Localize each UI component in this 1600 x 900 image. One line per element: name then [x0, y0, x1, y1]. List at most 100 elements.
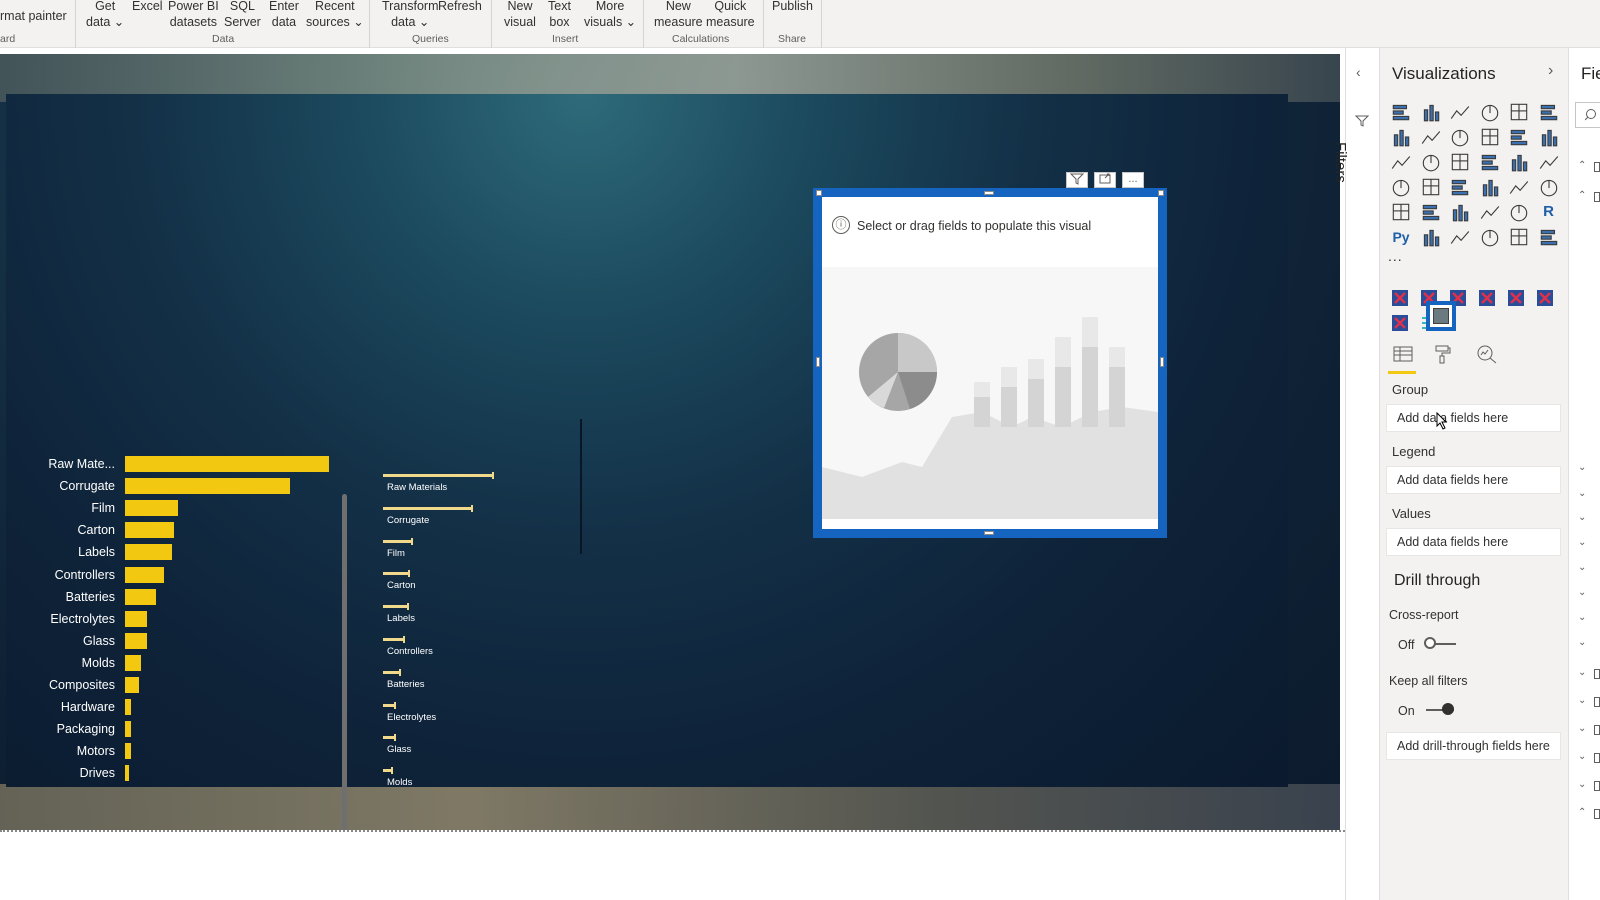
chevron-down-icon[interactable]: ⌄: [1578, 637, 1586, 648]
publish-button[interactable]: Publish: [772, 0, 813, 14]
chevron-down-icon[interactable]: ⌄: [1578, 537, 1586, 548]
placeholder-visual[interactable]: ⓘ Select or drag fields to populate this…: [813, 188, 1167, 538]
shape-map-icon[interactable]: [1449, 176, 1471, 198]
funnel-icon[interactable]: [1420, 151, 1442, 173]
get-data-button[interactable]: Get data ⌄: [86, 0, 124, 30]
resize-handle[interactable]: [1160, 357, 1164, 367]
cross-report-toggle[interactable]: [1424, 636, 1458, 652]
kpi-icon[interactable]: [1420, 201, 1442, 223]
chevron-down-icon[interactable]: ⌄: [1578, 512, 1586, 523]
chevron-down-icon[interactable]: ⌃: [1578, 160, 1586, 171]
chevron-down-icon[interactable]: ⌄: [1578, 751, 1586, 762]
custom-visual-icon[interactable]: [1477, 288, 1499, 310]
custom-visual-icon[interactable]: [1506, 288, 1528, 310]
line-bar[interactable]: [383, 504, 474, 512]
stacked-bar-icon[interactable]: [1390, 101, 1412, 123]
chevron-down-icon[interactable]: ⌄: [1578, 462, 1586, 473]
matrix-icon[interactable]: [1508, 201, 1530, 223]
scatter-icon[interactable]: [1449, 151, 1471, 173]
r-visual-icon[interactable]: R: [1538, 201, 1560, 223]
table-icon[interactable]: [1479, 201, 1501, 223]
pie-chart-icon[interactable]: [1479, 151, 1501, 173]
bar-chart-materials-lines[interactable]: Raw Materials Corrugate Film Carton Labels Co…: [6, 94, 506, 788]
format-paint-roller-icon[interactable]: [1434, 344, 1452, 369]
transform-data-button[interactable]: Transform data ⌄: [382, 0, 439, 30]
slicer-icon[interactable]: [1449, 201, 1471, 223]
resize-handle[interactable]: [1158, 190, 1164, 196]
resize-handle[interactable]: [816, 357, 820, 367]
line-bar[interactable]: [383, 472, 494, 479]
filters-pane-collapsed[interactable]: ‹: [1345, 48, 1379, 900]
new-visual-button[interactable]: New visual: [504, 0, 536, 30]
line-bar[interactable]: [383, 734, 397, 742]
resize-handle[interactable]: [816, 190, 822, 196]
custom-visual-icon[interactable]: [1390, 313, 1412, 335]
chevron-down-icon[interactable]: ⌄: [1578, 695, 1586, 706]
keep-all-filters-toggle[interactable]: [1424, 702, 1458, 718]
chevron-down-icon[interactable]: ⌄: [1578, 667, 1586, 678]
values-well[interactable]: Add data fields here: [1386, 528, 1561, 556]
more-visuals-button[interactable]: More visuals ⌄: [584, 0, 636, 30]
line-bar[interactable]: [383, 767, 393, 775]
filter-icon[interactable]: [1066, 172, 1088, 188]
selected-visual-highlight[interactable]: [1426, 301, 1456, 331]
quick-measure-button[interactable]: Quick measure: [706, 0, 755, 30]
area-chart-icon[interactable]: [1420, 126, 1442, 148]
line-column-icon[interactable]: [1479, 126, 1501, 148]
line-bar[interactable]: [383, 636, 405, 643]
refresh-button[interactable]: Refresh: [438, 0, 482, 14]
chevron-down-icon[interactable]: ⌄: [1578, 612, 1586, 623]
chevron-down-icon[interactable]: ⌃: [1578, 190, 1586, 201]
group-well[interactable]: Add data fields here: [1386, 404, 1561, 432]
python-visual-icon[interactable]: Py: [1390, 226, 1412, 248]
smart-narrative-icon[interactable]: [1508, 226, 1530, 248]
resize-handle[interactable]: [984, 191, 994, 195]
excel-button[interactable]: Excel: [132, 0, 163, 14]
text-box-button[interactable]: Text box: [548, 0, 571, 30]
recent-sources-button[interactable]: Recent sources ⌄: [306, 0, 364, 30]
gauge-icon[interactable]: [1508, 176, 1530, 198]
chevron-down-icon[interactable]: ⌄: [1578, 779, 1586, 790]
resize-handle[interactable]: [984, 531, 994, 535]
qa-icon[interactable]: [1479, 226, 1501, 248]
line-bar[interactable]: [383, 570, 411, 578]
decomposition-tree-icon[interactable]: [1449, 226, 1471, 248]
key-influencers-icon[interactable]: [1420, 226, 1442, 248]
search-input[interactable]: [1575, 102, 1600, 128]
line-bar[interactable]: [383, 537, 413, 545]
chevron-left-icon[interactable]: ‹: [1356, 64, 1361, 80]
line-bar[interactable]: [383, 701, 397, 709]
filled-map-icon[interactable]: [1420, 176, 1442, 198]
azure-map-icon[interactable]: [1479, 176, 1501, 198]
chevron-down-icon[interactable]: ⌄: [1578, 723, 1586, 734]
chevron-down-icon[interactable]: ⌄: [1578, 562, 1586, 573]
enter-data-button[interactable]: Enter data: [269, 0, 299, 30]
legend-well[interactable]: Add data fields here: [1386, 466, 1561, 494]
analytics-icon[interactable]: [1476, 344, 1498, 369]
filters-label[interactable]: Filters: [1332, 142, 1349, 183]
stacked-area-icon[interactable]: [1449, 126, 1471, 148]
custom-visual-icon[interactable]: [1535, 288, 1557, 310]
sql-server-button[interactable]: SQL Server: [224, 0, 261, 30]
stacked-column-icon[interactable]: [1420, 101, 1442, 123]
more-visuals-ellipsis[interactable]: ...: [1388, 248, 1403, 264]
100-bar-icon[interactable]: [1508, 101, 1530, 123]
ribbon-chart-icon[interactable]: [1538, 126, 1560, 148]
focus-mode-icon[interactable]: [1094, 172, 1116, 188]
new-measure-button[interactable]: New measure: [654, 0, 703, 30]
chevron-down-icon[interactable]: ⌄: [1578, 587, 1586, 598]
line-bar[interactable]: [383, 668, 400, 676]
line-bar[interactable]: [383, 603, 410, 611]
treemap-icon[interactable]: [1538, 151, 1560, 173]
line-chart-icon[interactable]: [1390, 126, 1412, 148]
chevron-right-icon[interactable]: ›: [1548, 62, 1553, 80]
map-icon[interactable]: [1390, 176, 1412, 198]
format-painter-button[interactable]: rmat painter: [0, 8, 67, 24]
donut-chart-icon[interactable]: [1508, 151, 1530, 173]
clustered-bar-icon[interactable]: [1449, 101, 1471, 123]
fields-tab-icon[interactable]: [1392, 346, 1414, 369]
line-clustered-icon[interactable]: [1508, 126, 1530, 148]
waterfall-icon[interactable]: [1390, 151, 1412, 173]
drill-through-well[interactable]: Add drill-through fields here: [1386, 732, 1561, 760]
more-options-button[interactable]: ...: [1122, 172, 1144, 188]
